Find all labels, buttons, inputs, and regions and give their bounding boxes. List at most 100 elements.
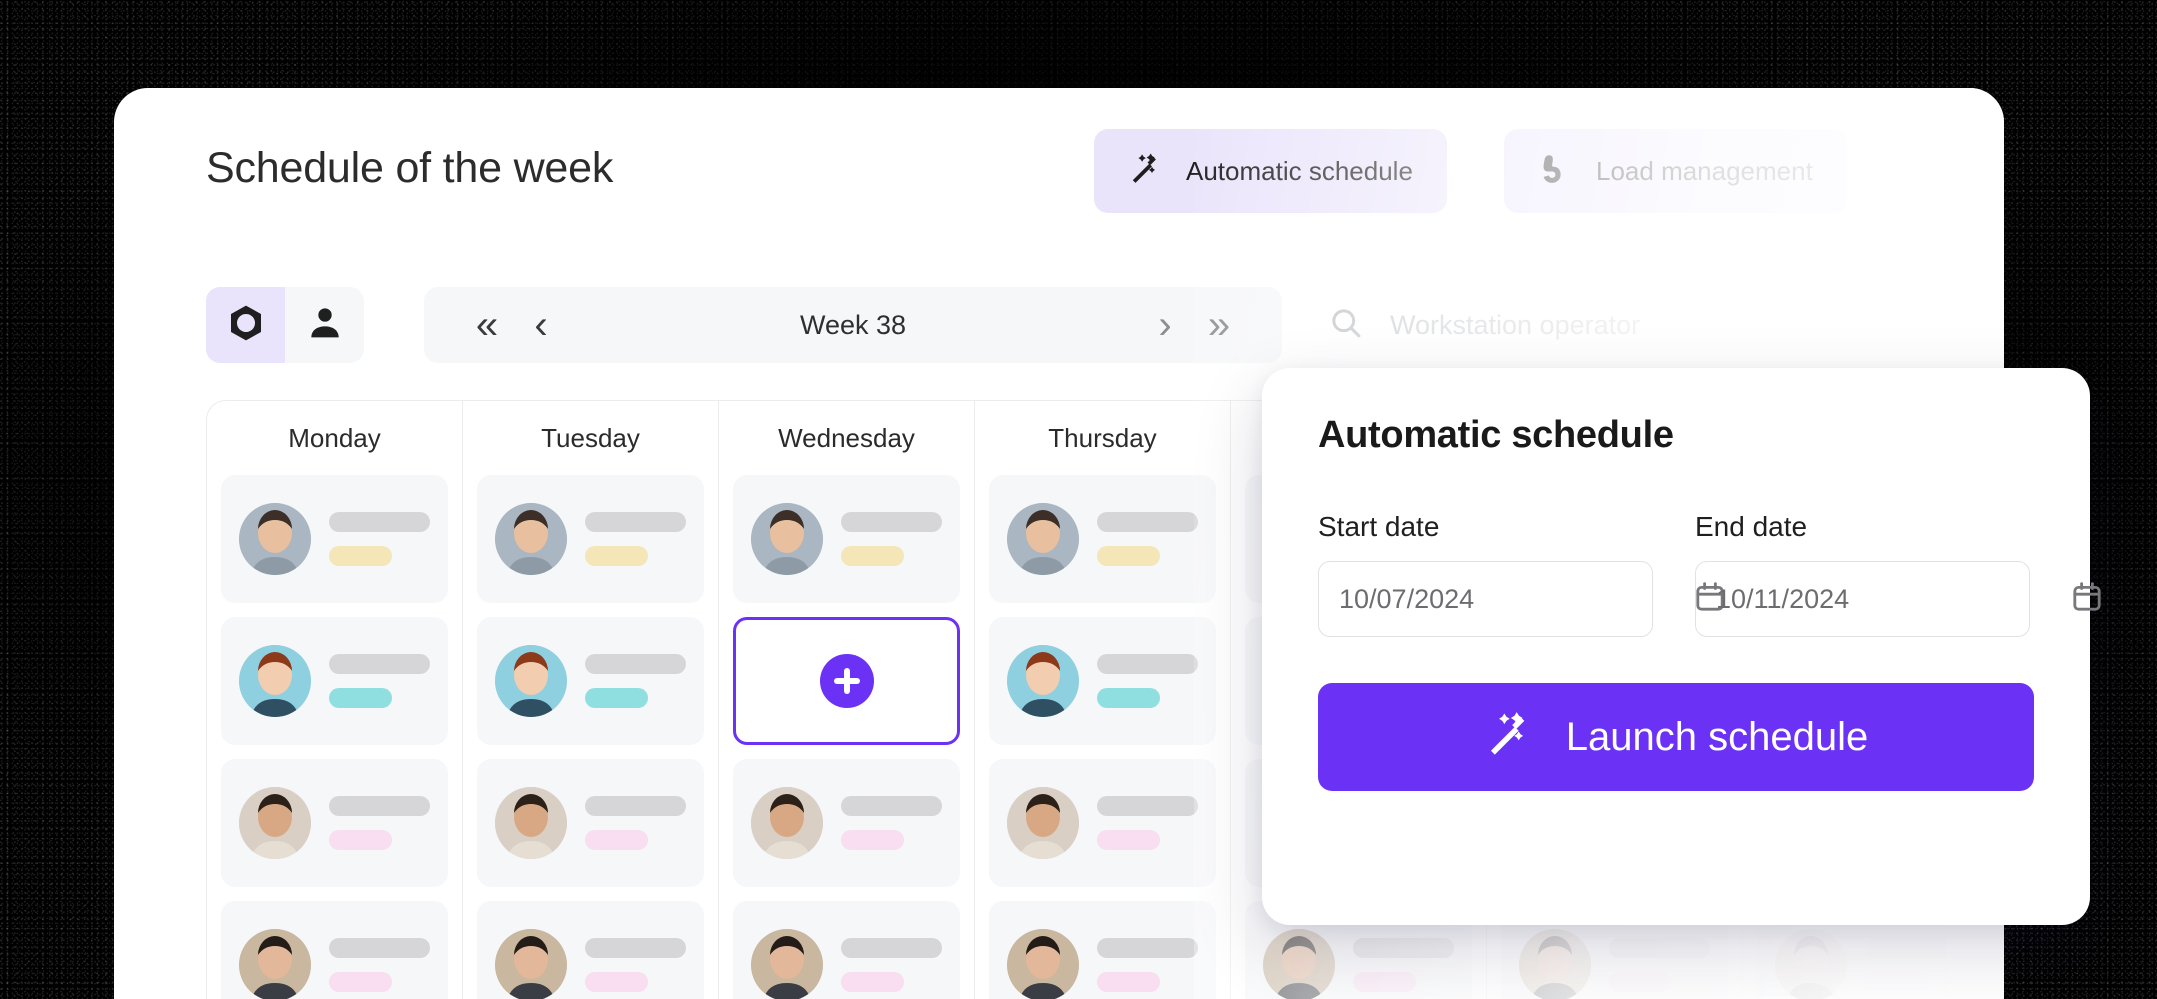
load-management-button[interactable]: Load management: [1504, 129, 1847, 213]
employee-name-placeholder: [585, 796, 686, 816]
shift-tag-placeholder: [1353, 972, 1416, 992]
shift-card-bars: [1609, 938, 1710, 992]
avatar: [239, 929, 311, 999]
employee-name-placeholder: [1097, 938, 1198, 958]
view-toggle-workstation[interactable]: [206, 287, 285, 363]
shift-card-bars: [1865, 938, 1945, 992]
avatar: [239, 645, 311, 717]
day-header: Thursday: [1048, 422, 1157, 453]
employee-name-placeholder: [329, 938, 430, 958]
start-date-field: Start date: [1318, 511, 1724, 637]
employee-name-placeholder: [841, 796, 942, 816]
avatar: [751, 929, 823, 999]
hex-nut-icon: [226, 303, 266, 348]
launch-schedule-button[interactable]: Launch schedule: [1318, 683, 2034, 791]
shift-card-bars: [329, 654, 430, 708]
modal-title: Automatic schedule: [1318, 414, 1674, 456]
day-column: Monday: [207, 401, 463, 999]
shift-tag-placeholder: [329, 972, 392, 992]
shift-tag-placeholder: [329, 546, 392, 566]
launch-schedule-button-label: Launch schedule: [1565, 714, 1869, 759]
avatar: [495, 929, 567, 999]
shift-card[interactable]: [477, 475, 704, 603]
employee-name-placeholder: [1097, 512, 1198, 532]
date-range-row: Start date End date: [1318, 511, 2101, 637]
shift-card[interactable]: [733, 475, 960, 603]
shift-card-bars: [1097, 512, 1198, 566]
magic-wand-icon: [1128, 152, 1164, 191]
shift-card-bars: [1097, 796, 1198, 850]
avatar: [1519, 929, 1591, 999]
employee-name-placeholder: [1865, 938, 1945, 958]
current-week-label: Week 38: [799, 309, 907, 340]
day-column: Thursday: [975, 401, 1231, 999]
shift-card[interactable]: [477, 617, 704, 745]
employee-name-placeholder: [1097, 796, 1198, 816]
start-date-input-wrap[interactable]: [1318, 561, 1724, 637]
shift-card[interactable]: [989, 475, 1216, 603]
employee-name-placeholder: [329, 654, 430, 674]
shift-tag-placeholder: [841, 972, 904, 992]
shift-card[interactable]: [221, 759, 448, 887]
avatar: [751, 787, 823, 859]
employee-name-placeholder: [585, 654, 686, 674]
shift-card[interactable]: [477, 901, 704, 999]
end-date-label: End date: [1695, 511, 1808, 542]
avatar: [1007, 929, 1079, 999]
end-date-input-wrap[interactable]: [1695, 561, 2101, 637]
shift-card-bars: [841, 796, 942, 850]
previous-week-button[interactable]: ‹: [514, 298, 568, 352]
shift-tag-placeholder: [1865, 972, 1929, 992]
shift-card[interactable]: [989, 901, 1216, 999]
start-date-input[interactable]: [1339, 583, 1693, 615]
view-toggle-person[interactable]: [285, 287, 364, 363]
employee-name-placeholder: [1353, 938, 1454, 958]
avatar: [495, 503, 567, 575]
day-header: Monday: [288, 422, 381, 453]
magic-wand-icon: [1484, 710, 1536, 765]
week-navigator: « ‹ Week 38 › »: [424, 287, 1282, 363]
shift-tag-placeholder: [329, 688, 392, 708]
avatar: [1007, 503, 1079, 575]
shift-card-bars: [841, 938, 942, 992]
employee-name-placeholder: [585, 512, 686, 532]
shift-card[interactable]: [221, 617, 448, 745]
automatic-schedule-button[interactable]: Automatic schedule: [1094, 129, 1447, 213]
shift-tag-placeholder: [585, 830, 648, 850]
employee-name-placeholder: [329, 796, 430, 816]
muscle-arm-icon: [1538, 152, 1574, 191]
employee-name-placeholder: [329, 512, 430, 532]
employee-name-placeholder: [585, 938, 686, 958]
add-shift-card[interactable]: [733, 617, 960, 745]
shift-card[interactable]: [221, 475, 448, 603]
shift-card[interactable]: [989, 617, 1216, 745]
automatic-schedule-button-label: Automatic schedule: [1186, 155, 1413, 186]
shift-tag-placeholder: [1609, 972, 1672, 992]
shift-tag-placeholder: [585, 688, 648, 708]
end-date-input[interactable]: [1716, 583, 2070, 615]
avatar: [239, 787, 311, 859]
shift-card-bars: [329, 796, 430, 850]
view-toggle-group: [206, 287, 364, 363]
avatar: [239, 503, 311, 575]
shift-card[interactable]: [221, 901, 448, 999]
shift-card[interactable]: [989, 759, 1216, 887]
shift-card-bars: [329, 938, 430, 992]
shift-tag-placeholder: [585, 972, 648, 992]
start-date-label: Start date: [1318, 511, 1440, 542]
shift-tag-placeholder: [841, 546, 904, 566]
last-week-button[interactable]: »: [1192, 298, 1246, 352]
shift-card[interactable]: [733, 901, 960, 999]
next-week-button[interactable]: ›: [1138, 298, 1192, 352]
shift-card[interactable]: [733, 759, 960, 887]
shift-card[interactable]: [477, 759, 704, 887]
employee-name-placeholder: [841, 938, 942, 958]
first-week-button[interactable]: «: [460, 298, 514, 352]
shift-card-bars: [585, 654, 686, 708]
search-input[interactable]: [1390, 309, 1910, 341]
shift-card-bars: [585, 938, 686, 992]
calendar-icon[interactable]: [2070, 580, 2104, 619]
end-date-field: End date: [1695, 511, 2101, 637]
plus-icon[interactable]: [819, 654, 874, 708]
avatar: [495, 645, 567, 717]
